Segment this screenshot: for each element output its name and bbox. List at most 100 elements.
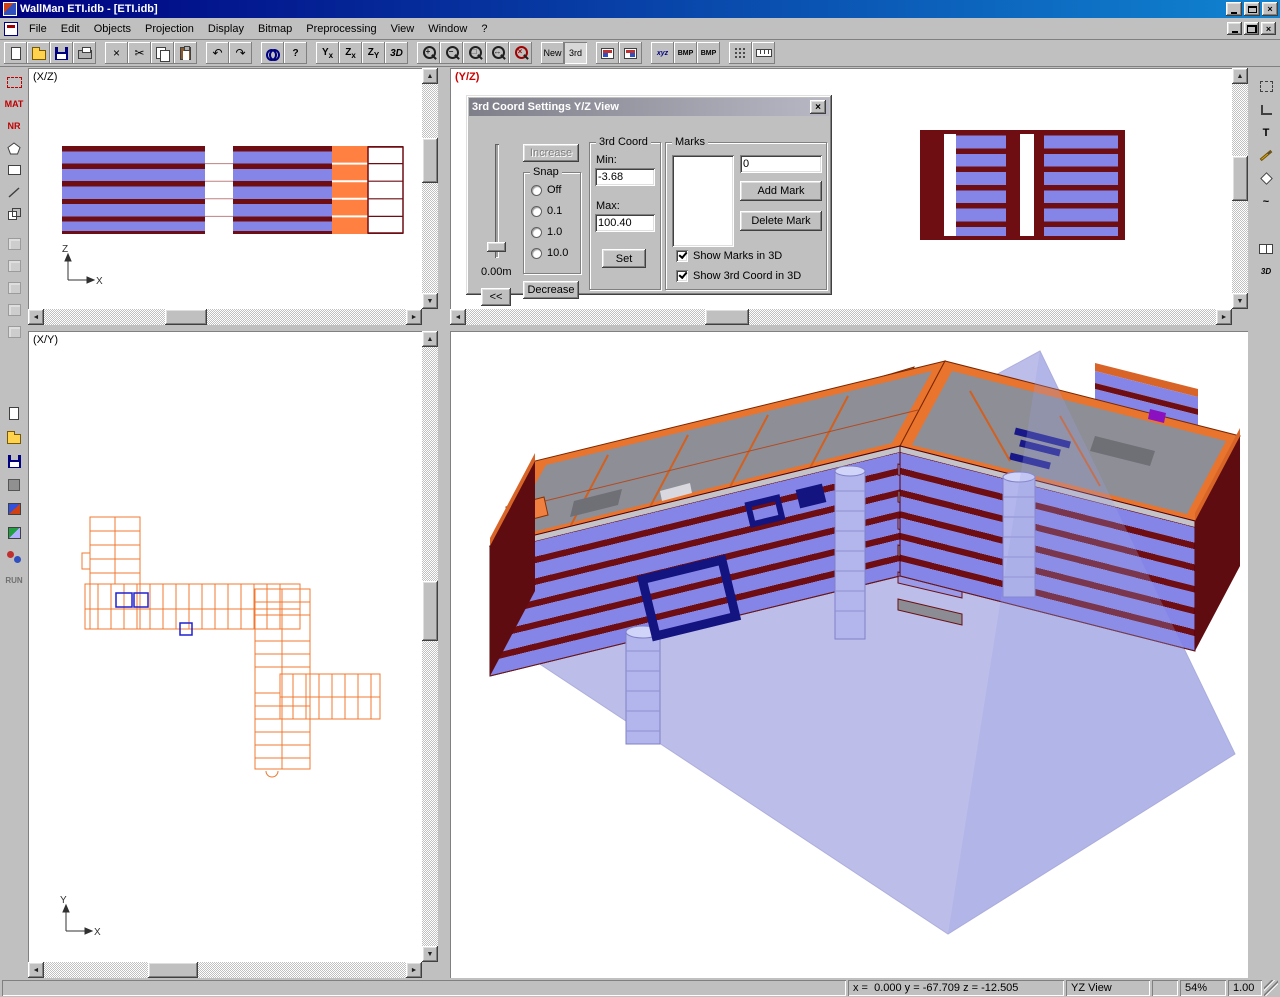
scroll-thumb[interactable] — [422, 581, 438, 641]
max-input[interactable] — [595, 214, 655, 232]
show-marks-checkbox[interactable]: Show Marks in 3D — [676, 250, 782, 262]
dialog-close-button[interactable]: × — [810, 100, 826, 114]
scroll-down-icon[interactable]: ▼ — [422, 293, 438, 309]
redo-button[interactable]: ↷ — [229, 42, 252, 64]
menu-display[interactable]: Display — [201, 21, 251, 37]
scroll-up-icon[interactable]: ▲ — [422, 68, 438, 84]
convert-button[interactable] — [2, 497, 26, 521]
scroll-right-icon[interactable]: ► — [406, 962, 422, 978]
view-zy-button[interactable]: ZY — [362, 42, 385, 64]
view-yx-button[interactable]: Yx — [316, 42, 339, 64]
minimize-button[interactable] — [1226, 2, 1242, 16]
viewport-xz[interactable]: (X/Z) Z — [28, 68, 438, 325]
run-button[interactable]: RUN — [2, 569, 26, 591]
ruler-button[interactable] — [752, 42, 775, 64]
increase-button[interactable]: Increase — [523, 144, 579, 162]
coord-slider-thumb[interactable] — [487, 242, 506, 252]
mdi-minimize-button[interactable] — [1227, 22, 1242, 35]
viewport-3d[interactable] — [450, 331, 1248, 978]
tool-scale[interactable] — [2, 321, 26, 343]
corner-tool[interactable] — [1254, 98, 1278, 121]
print-button[interactable] — [73, 42, 96, 64]
xy-vertical-scrollbar[interactable]: ▲ ▼ — [422, 331, 438, 962]
grid-toggle-button[interactable] — [729, 42, 752, 64]
snap-01-radio[interactable]: 0.1 — [531, 205, 562, 217]
set-button[interactable]: Set — [602, 249, 646, 268]
scroll-up-icon[interactable]: ▲ — [422, 331, 438, 347]
marks-listbox[interactable] — [672, 155, 734, 247]
zoom-window-button[interactable]: □ — [463, 42, 486, 64]
zoom-off-button[interactable]: × — [509, 42, 532, 64]
delete-button[interactable]: × — [105, 42, 128, 64]
view-zx-button[interactable]: Zx — [339, 42, 362, 64]
box-tool[interactable] — [2, 203, 26, 225]
line-tool[interactable] — [2, 181, 26, 203]
tool-edit-points[interactable] — [2, 233, 26, 255]
snap-off-radio[interactable]: Off — [531, 184, 561, 196]
tool-rotate[interactable] — [2, 277, 26, 299]
scroll-thumb[interactable] — [1232, 156, 1248, 201]
document-icon[interactable] — [4, 22, 18, 36]
menu-window[interactable]: Window — [421, 21, 474, 37]
decrease-button[interactable]: Decrease — [523, 281, 579, 299]
rectangle-tool[interactable] — [2, 159, 26, 181]
zoom-out-button[interactable]: − — [440, 42, 463, 64]
xz-vertical-scrollbar[interactable]: ▲ ▼ — [422, 68, 438, 309]
collapse-button[interactable]: << — [481, 288, 511, 306]
open-button[interactable] — [27, 42, 50, 64]
snap-100-radio[interactable]: 10.0 — [531, 247, 568, 259]
tool-mirror[interactable] — [2, 299, 26, 321]
resize-grip[interactable] — [1264, 980, 1278, 996]
display-settings-button[interactable] — [619, 42, 642, 64]
scroll-thumb[interactable] — [705, 309, 749, 325]
tool-move[interactable] — [2, 255, 26, 277]
yz-horizontal-scrollbar[interactable]: ◄ ► — [450, 309, 1232, 325]
scroll-right-icon[interactable]: ► — [406, 309, 422, 325]
select-region-tool[interactable] — [2, 71, 26, 93]
radio-circle[interactable] — [531, 185, 542, 196]
three-d-view-canvas[interactable] — [450, 331, 1248, 978]
new-button[interactable] — [4, 42, 27, 64]
add-mark-button[interactable]: Add Mark — [740, 181, 822, 201]
close-button[interactable]: × — [1262, 2, 1278, 16]
checkbox-box[interactable] — [676, 250, 688, 262]
delete-mark-button[interactable]: Delete Mark — [740, 211, 822, 231]
material-catalog-button[interactable] — [2, 521, 26, 545]
xz-horizontal-scrollbar[interactable]: ◄ ► — [28, 309, 422, 325]
titlebar[interactable]: WallMan ETI.idb - [ETI.idb] × — [0, 0, 1280, 18]
copy-button[interactable] — [151, 42, 174, 64]
coord-slider-track[interactable] — [495, 144, 499, 258]
open-database-button[interactable] — [2, 425, 26, 449]
menu-projection[interactable]: Projection — [138, 21, 201, 37]
view-3d-toggle[interactable]: 3D — [1254, 260, 1278, 283]
viewport-xy[interactable]: (X/Y) Y X — [28, 331, 438, 978]
third-coord-button[interactable]: 3rd — [564, 42, 587, 64]
menu-bitmap[interactable]: Bitmap — [251, 21, 299, 37]
preview-button[interactable] — [2, 473, 26, 497]
menu-objects[interactable]: Objects — [87, 21, 138, 37]
menu-help[interactable]: ? — [474, 21, 494, 37]
show-third-coord-checkbox[interactable]: Show 3rd Coord in 3D — [676, 270, 801, 282]
tee-tool[interactable]: T — [1254, 121, 1278, 144]
maximize-button[interactable] — [1244, 2, 1260, 16]
menu-edit[interactable]: Edit — [54, 21, 87, 37]
diamond-tool[interactable] — [1254, 167, 1278, 190]
scroll-left-icon[interactable]: ◄ — [450, 309, 466, 325]
menu-preprocessing[interactable]: Preprocessing — [299, 21, 383, 37]
help-button[interactable]: ? — [284, 42, 307, 64]
paste-button[interactable] — [174, 42, 197, 64]
cut-button[interactable]: ✂ — [128, 42, 151, 64]
undo-button[interactable]: ↶ — [206, 42, 229, 64]
checkbox-box[interactable] — [676, 270, 688, 282]
wave-tool[interactable]: ~ — [1254, 190, 1278, 213]
mdi-restore-button[interactable] — [1244, 22, 1259, 35]
radio-circle[interactable] — [531, 248, 542, 259]
snap-10-radio[interactable]: 1.0 — [531, 226, 562, 238]
xy-horizontal-scrollbar[interactable]: ◄ ► — [28, 962, 422, 978]
dialog-titlebar[interactable]: 3rd Coord Settings Y/Z View × — [469, 98, 829, 116]
menu-view[interactable]: View — [384, 21, 422, 37]
radio-circle[interactable] — [531, 227, 542, 238]
scroll-right-icon[interactable]: ► — [1216, 309, 1232, 325]
mark-value-input[interactable] — [740, 155, 822, 173]
material-mode-button[interactable]: MAT — [2, 93, 26, 115]
